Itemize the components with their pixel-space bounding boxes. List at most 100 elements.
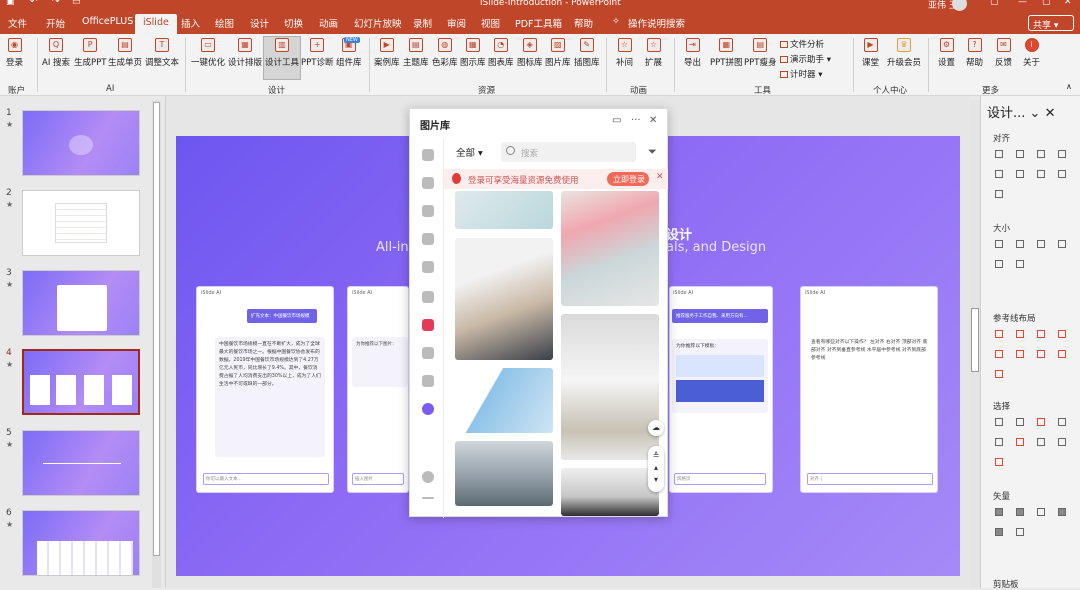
avatar[interactable]: [952, 0, 967, 11]
close-promo-icon[interactable]: ✕: [656, 172, 664, 182]
timer-button[interactable]: 计时器 ▾: [780, 68, 822, 80]
account-icon[interactable]: [422, 471, 434, 483]
ribbon-display-icon[interactable]: ▢: [990, 0, 999, 7]
image-tile[interactable]: [561, 191, 659, 306]
login-now-button[interactable]: 立即登录: [607, 172, 649, 186]
ai-search-button[interactable]: Q AI 搜索: [42, 38, 70, 68]
tab-home[interactable]: 开始: [46, 16, 65, 30]
tab-draw[interactable]: 绘图: [215, 16, 234, 30]
feedback-button[interactable]: ✉ 反馈: [995, 38, 1012, 68]
undo-icon[interactable]: ↶: [30, 0, 38, 7]
image-tile[interactable]: [455, 191, 553, 229]
tween-button[interactable]: ☆ 补间: [616, 38, 633, 68]
diagram-library-button[interactable]: ▦ 图示库: [460, 38, 486, 68]
collapse-ribbon-icon[interactable]: ∧: [1066, 82, 1072, 91]
scroll-thumb[interactable]: [153, 102, 160, 556]
save-icon[interactable]: ▣: [6, 0, 15, 7]
help-button[interactable]: ? 帮助: [966, 38, 983, 68]
file-analysis-button[interactable]: 文件分析: [780, 38, 824, 50]
image-library-button[interactable]: ▨ 图片库: [545, 38, 571, 68]
close-icon[interactable]: ✕: [649, 115, 657, 126]
vector-buttons[interactable]: [995, 508, 1080, 548]
upgrade-button[interactable]: ♛ 升级会员: [887, 38, 921, 68]
category-palette-icon[interactable]: [422, 205, 434, 217]
scroll-down-icon[interactable]: ▾: [654, 475, 658, 484]
category-illustration-icon[interactable]: [422, 347, 434, 359]
export-button[interactable]: ⇥ 导出: [684, 38, 701, 68]
more-icon[interactable]: ···: [631, 115, 641, 126]
category-chart-icon[interactable]: [422, 261, 434, 273]
illustration-library-button[interactable]: ✎ 插图库: [574, 38, 600, 68]
tab-slideshow[interactable]: 幻灯片放映: [354, 16, 402, 30]
cloud-icon[interactable]: ☁: [648, 420, 664, 436]
align-buttons[interactable]: [995, 150, 1080, 210]
slide-thumb-3[interactable]: [22, 270, 140, 336]
slide-thumb-5[interactable]: [22, 430, 140, 496]
redo-icon[interactable]: ↷: [52, 0, 60, 7]
tab-help[interactable]: 帮助: [574, 16, 593, 30]
present-icon[interactable]: ▭: [72, 0, 81, 7]
image-tile[interactable]: [561, 468, 659, 516]
scroll-thumb[interactable]: [971, 308, 979, 372]
icon-library-button[interactable]: ◈ 图标库: [517, 38, 543, 68]
tab-review[interactable]: 审阅: [447, 16, 466, 30]
category-diagram-icon[interactable]: [422, 233, 434, 245]
theme-library-button[interactable]: ▤ 主题库: [403, 38, 429, 68]
tab-animations[interactable]: 动画: [319, 16, 338, 30]
guide-buttons[interactable]: [995, 330, 1080, 390]
category-image-icon[interactable]: [422, 319, 434, 331]
maximize-icon[interactable]: ▢: [1042, 0, 1051, 7]
generate-page-button[interactable]: ▤ 生成单页: [108, 38, 142, 68]
tab-design[interactable]: 设计: [250, 16, 269, 30]
filter-icon[interactable]: ⏷: [648, 145, 657, 159]
share-button[interactable]: 共享 ▾: [1028, 15, 1074, 31]
about-button[interactable]: i 关于: [1023, 38, 1040, 68]
extend-button[interactable]: ☆ 扩展: [645, 38, 662, 68]
category-theme-icon[interactable]: [422, 177, 434, 189]
tab-record[interactable]: 录制: [413, 16, 432, 30]
slide-thumb-6[interactable]: [22, 510, 140, 576]
slide-scrollbar[interactable]: [970, 100, 980, 588]
ppt-diagnose-button[interactable]: + PPT诊断: [301, 38, 333, 68]
login-button[interactable]: ◉ 登录: [6, 38, 23, 68]
tab-view[interactable]: 视图: [481, 16, 500, 30]
color-library-button[interactable]: ◍ 色彩库: [432, 38, 458, 68]
case-library-button[interactable]: ▶ 案例库: [374, 38, 400, 68]
close-icon[interactable]: ✕: [1064, 0, 1072, 7]
slide-thumb-1[interactable]: [22, 110, 140, 176]
tab-islide[interactable]: iSlide: [135, 14, 177, 34]
minimize-icon[interactable]: —: [1018, 0, 1027, 7]
ppt-puzzle-button[interactable]: ▦ PPT拼图: [710, 38, 742, 68]
image-tile[interactable]: [561, 314, 659, 460]
size-buttons[interactable]: [995, 240, 1080, 280]
category-component-icon[interactable]: [422, 375, 434, 387]
search-input[interactable]: 搜索: [501, 142, 636, 162]
image-tile[interactable]: [455, 238, 553, 360]
ppt-slim-button[interactable]: ▤ PPT瘦身: [744, 38, 776, 68]
category-ai-icon[interactable]: [422, 403, 434, 415]
tab-file[interactable]: 文件: [8, 16, 27, 30]
video-icon[interactable]: ▭: [612, 115, 621, 126]
menu-icon[interactable]: [422, 497, 434, 499]
tell-me-search[interactable]: 操作说明搜索: [628, 16, 685, 30]
slide-thumb-4[interactable]: [22, 349, 140, 415]
one-click-optimize-button[interactable]: ▭ 一键优化: [191, 38, 225, 68]
scroll-controls[interactable]: ≙ ▴ ▾: [648, 446, 664, 492]
settings-button[interactable]: ⚙ 设置: [938, 38, 955, 68]
generate-ppt-button[interactable]: P 生成PPT: [74, 38, 106, 68]
thumbnail-scrollbar[interactable]: [152, 100, 161, 588]
presenter-assistant-button[interactable]: 演示助手 ▾: [780, 53, 831, 65]
select-buttons[interactable]: [995, 418, 1080, 478]
tab-officeplus[interactable]: OfficePLUS: [82, 16, 133, 27]
classroom-button[interactable]: ▶ 课堂: [862, 38, 879, 68]
scroll-up-icon[interactable]: ▴: [654, 463, 658, 472]
adjust-text-button[interactable]: T 调整文本: [145, 38, 179, 68]
tab-insert[interactable]: 插入: [181, 16, 200, 30]
slide-thumb-2[interactable]: [22, 190, 140, 256]
design-tools-button[interactable]: ▥ 设计工具: [263, 36, 302, 80]
tab-transitions[interactable]: 切换: [284, 16, 303, 30]
category-icon-icon[interactable]: [422, 291, 434, 303]
image-tile[interactable]: [455, 441, 553, 506]
design-layout-button[interactable]: ▦ 设计排版: [228, 38, 262, 68]
filter-dropdown[interactable]: 全部 ▾: [456, 145, 483, 159]
